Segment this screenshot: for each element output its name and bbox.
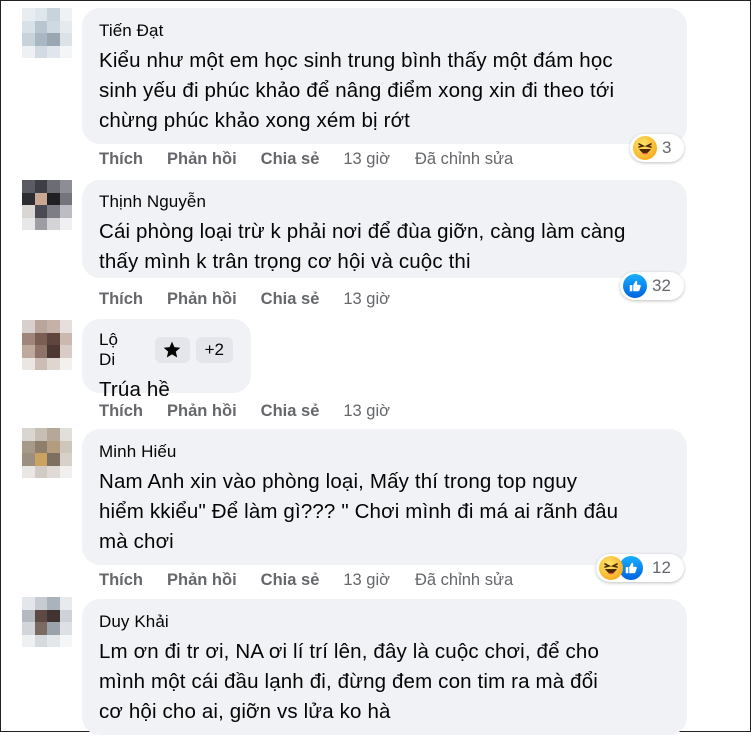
like-button[interactable]: Thích (99, 401, 143, 421)
comment-actions: Thích Phản hồi Chia sẻ 13 giờ (99, 289, 415, 309)
share-button[interactable]: Chia sẻ (261, 289, 320, 309)
reply-button[interactable]: Phản hồi (167, 289, 237, 309)
haha-icon (599, 556, 623, 580)
comment-actions: Thích Phản hồi Chia sẻ 13 giờ Đã chỉnh s… (99, 570, 513, 590)
share-button[interactable]: Chia sẻ (261, 570, 320, 590)
reaction-count: 32 (652, 276, 671, 295)
avatar[interactable] (22, 320, 72, 370)
comment-author[interactable]: Thịnh Nguyễn (99, 192, 669, 212)
comment-bubble: Tiến Đạt Kiểu như một em học sinh trung … (82, 8, 687, 144)
reply-button[interactable]: Phản hồi (167, 570, 237, 590)
star-icon[interactable] (155, 337, 190, 363)
comment-text: Lm ơn đi tr ơi, NA ơi lí trí lên, đây là… (99, 640, 599, 723)
like-button[interactable]: Thích (99, 289, 143, 309)
haha-icon (633, 136, 657, 160)
comment-actions: Thích Phản hồi Chia sẻ 13 giờ Đã chỉnh s… (99, 149, 513, 169)
comment-actions: Thích Phản hồi Chia sẻ 13 giờ (99, 401, 415, 421)
timestamp[interactable]: 13 giờ (343, 401, 390, 421)
comment-text: Nam Anh xin vào phòng loại, Mấy thí tron… (99, 470, 619, 553)
avatar[interactable] (22, 428, 72, 478)
avatar[interactable] (22, 8, 72, 58)
avatar[interactable] (22, 180, 72, 230)
comment-author[interactable]: Duy Khải (99, 612, 669, 632)
like-icon (623, 274, 647, 298)
reply-button[interactable]: Phản hồi (167, 149, 237, 169)
comment-bubble: Minh Hiếu Nam Anh xin vào phòng loại, Mấ… (82, 429, 687, 565)
like-button[interactable]: Thích (99, 570, 143, 590)
badge-count[interactable]: +2 (195, 337, 233, 363)
comment-text: Kiểu như một em học sinh trung bình thấy… (99, 49, 615, 132)
like-button[interactable]: Thích (99, 149, 143, 169)
reaction-summary[interactable]: 3 (630, 134, 684, 162)
comment-bubble: Duy Khải Lm ơn đi tr ơi, NA ơi lí trí lê… (82, 599, 687, 735)
reaction-summary[interactable]: 32 (620, 272, 684, 300)
comment-author[interactable]: Lộ Di (99, 330, 137, 370)
timestamp[interactable]: 13 giờ (343, 289, 390, 309)
comment-author[interactable]: Minh Hiếu (99, 442, 669, 462)
reaction-count: 3 (662, 138, 672, 157)
avatar[interactable] (22, 597, 72, 647)
comment-bubble: Thịnh Nguyễn Cái phòng loại trừ k phải n… (82, 180, 687, 278)
edited-label[interactable]: Đã chỉnh sửa (415, 149, 513, 169)
timestamp[interactable]: 13 giờ (343, 149, 390, 169)
share-button[interactable]: Chia sẻ (261, 401, 320, 421)
comment-author[interactable]: Tiến Đạt (99, 21, 669, 41)
reply-button[interactable]: Phản hồi (167, 401, 237, 421)
reaction-count: 12 (652, 558, 671, 577)
timestamp[interactable]: 13 giờ (343, 570, 390, 590)
comment-bubble: Lộ Di +2 Trúa hề (82, 319, 251, 401)
edited-label[interactable]: Đã chỉnh sửa (415, 570, 513, 590)
reaction-summary[interactable]: 12 (596, 554, 684, 582)
comment-text: Cái phòng loại trừ k phải nơi để đùa giỡ… (99, 220, 626, 273)
share-button[interactable]: Chia sẻ (261, 149, 320, 169)
